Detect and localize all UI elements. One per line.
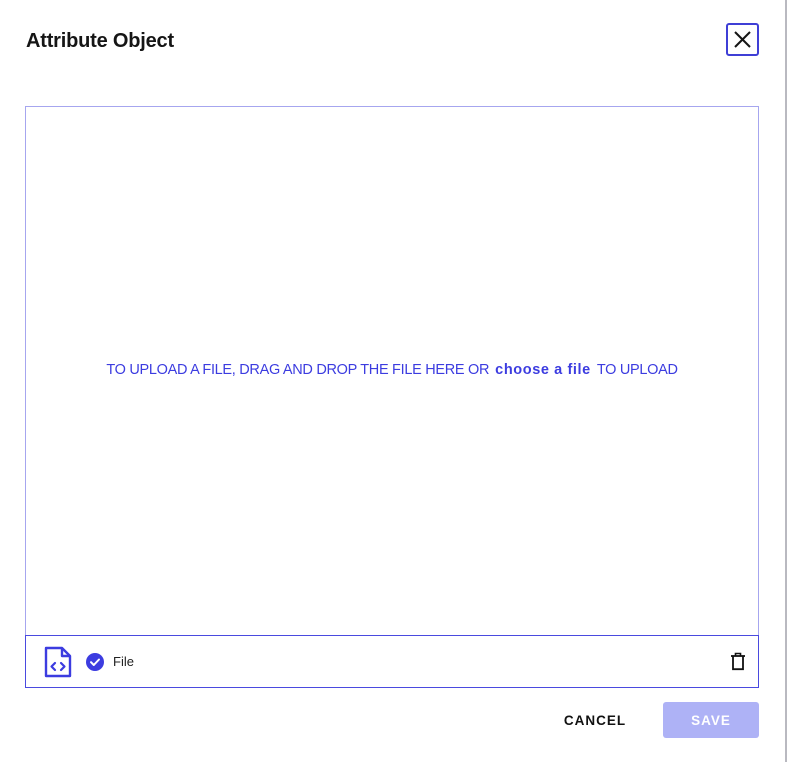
attribute-object-dialog: Attribute Object TO UPLOAD A FILE, DRAG … bbox=[0, 0, 787, 762]
code-file-icon bbox=[44, 646, 72, 678]
trash-icon[interactable] bbox=[730, 652, 746, 671]
file-dropzone[interactable]: TO UPLOAD A FILE, DRAG AND DROP THE FILE… bbox=[25, 106, 759, 636]
dropzone-instructions: TO UPLOAD A FILE, DRAG AND DROP THE FILE… bbox=[26, 362, 758, 378]
uploaded-file-row: File bbox=[25, 635, 759, 688]
close-icon bbox=[734, 31, 751, 48]
save-button[interactable]: SAVE bbox=[663, 702, 759, 738]
dialog-title: Attribute Object bbox=[26, 30, 174, 52]
file-name: File bbox=[113, 654, 134, 669]
choose-file-link[interactable]: choose a file bbox=[495, 362, 591, 378]
close-button[interactable] bbox=[726, 23, 759, 56]
cancel-button[interactable]: CANCEL bbox=[555, 703, 635, 737]
check-circle-icon bbox=[86, 653, 104, 671]
dropzone-text-after: TO UPLOAD bbox=[596, 362, 678, 378]
dropzone-text-before: TO UPLOAD A FILE, DRAG AND DROP THE FILE… bbox=[106, 362, 490, 378]
